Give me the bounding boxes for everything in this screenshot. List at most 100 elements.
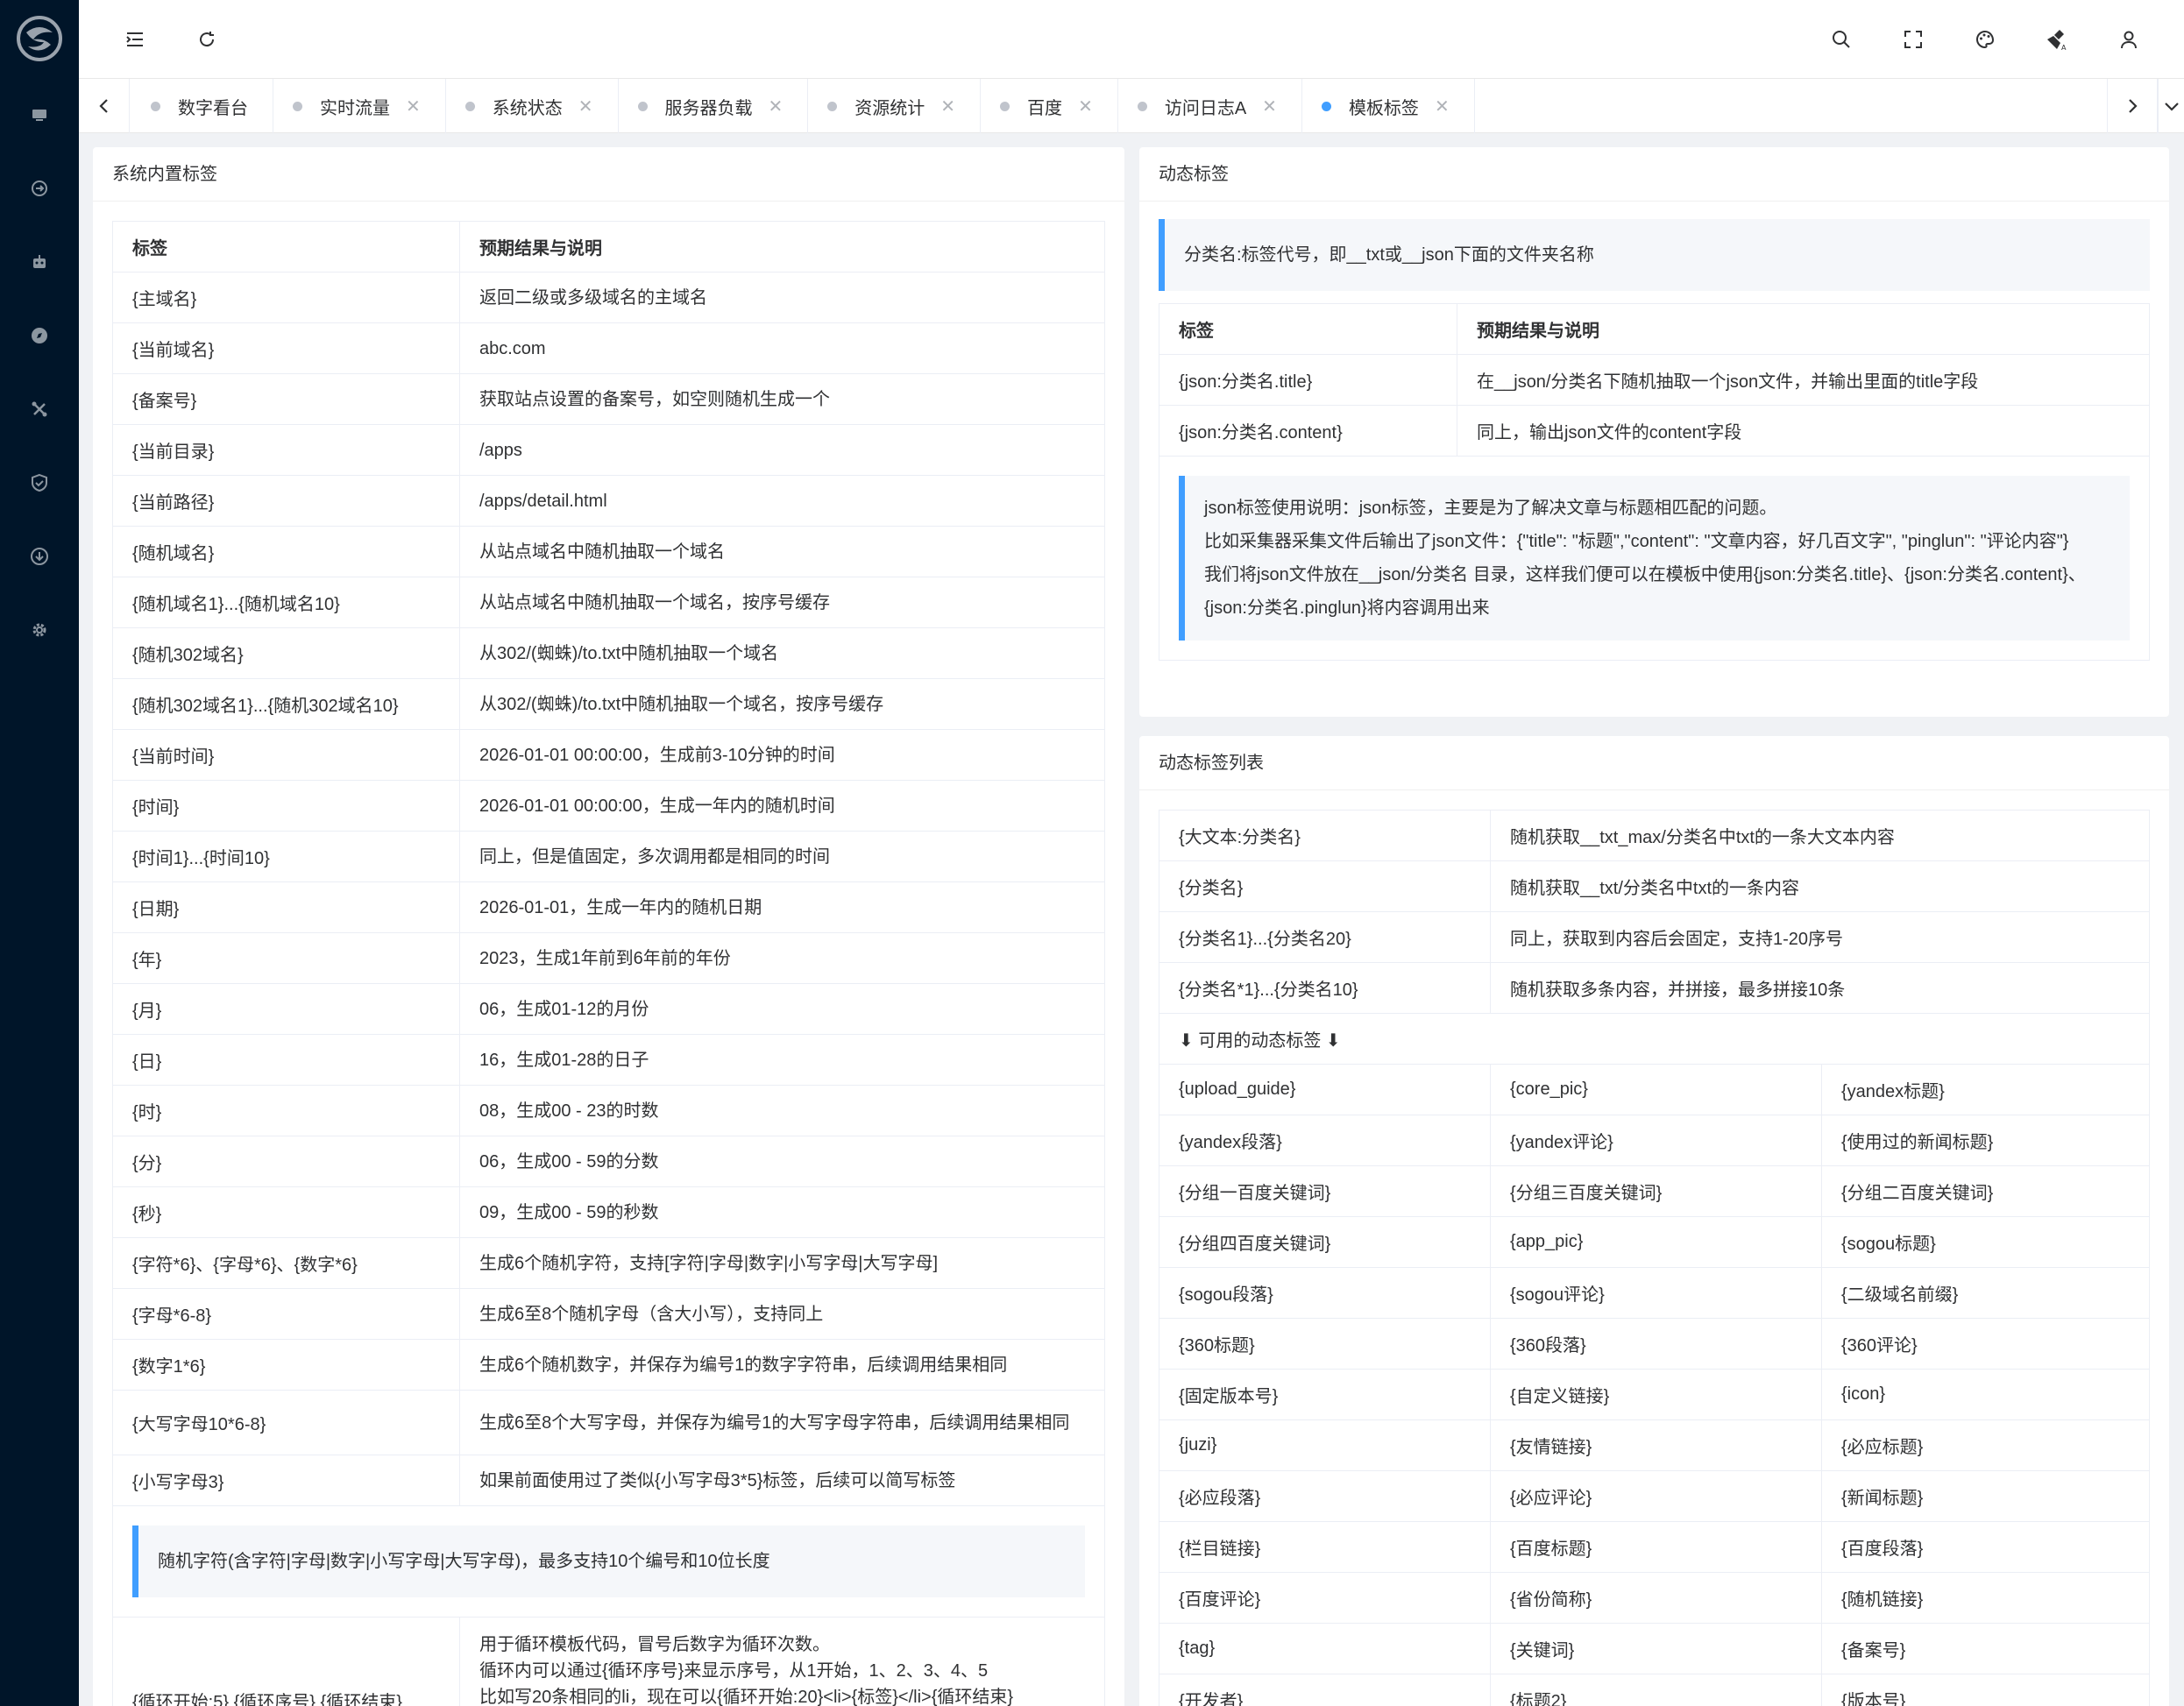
tag-cell: {随机302域名} bbox=[112, 627, 460, 679]
table-row: {大文本:分类名} 随机获取__txt_max/分类名中txt的一条大文本内容 bbox=[1159, 810, 2150, 861]
tab-label: 系统状态 bbox=[492, 98, 563, 118]
col-header-desc: 预期结果与说明 bbox=[459, 221, 1105, 273]
tab-dot bbox=[1137, 101, 1147, 111]
table-row: {随机302域名} 从302/(蜘蛛)/to.txt中随机抽取一个域名 bbox=[112, 627, 1105, 679]
dynamic-tag-list-card: 动态标签列表 {大文本:分类名} 随机获取__txt_max/分类名中txt的一条… bbox=[1139, 736, 2169, 1706]
tag-grid-row: {百度评论} {省份简称} {随机链接} bbox=[1159, 1572, 2150, 1624]
tab-item[interactable]: 访问日志A ✕ bbox=[1118, 79, 1302, 133]
tab-label: 数字看台 bbox=[178, 98, 248, 118]
tab-close-icon[interactable]: ✕ bbox=[940, 96, 955, 117]
tag-cell: {百度评论} bbox=[1159, 1572, 1491, 1624]
available-tags-row: ⬇ 可用的动态标签 ⬇ bbox=[1159, 1013, 2150, 1065]
tab-close-icon[interactable]: ✕ bbox=[406, 96, 421, 117]
table-row: {随机域名} 从站点域名中随机抽取一个域名 bbox=[112, 526, 1105, 577]
desc-cell: 16，生成01-28的日子 bbox=[459, 1034, 1105, 1086]
desc-cell: /apps bbox=[459, 424, 1105, 476]
tab-dot bbox=[637, 101, 648, 111]
tab-close-icon[interactable]: ✕ bbox=[1435, 96, 1450, 117]
clear-cache-brush-icon[interactable]: A bbox=[2039, 22, 2074, 57]
tag-cell: {随机域名1}...{随机域名10} bbox=[112, 577, 460, 628]
tab-item[interactable]: 实时流量 ✕ bbox=[273, 79, 446, 133]
tag-cell: {json:分类名.content} bbox=[1159, 405, 1457, 457]
desc-cell: 同上，获取到内容后会固定，支持1-20序号 bbox=[1490, 911, 2150, 963]
desc-cell: 生成6至8个大写字母，并保存为编号1的大写字母字符串，后续调用结果相同 bbox=[459, 1390, 1105, 1455]
tag-cell: {日期} bbox=[112, 881, 460, 933]
json-usage-note: json标签使用说明：json标签，主要是为了解决文章与标题相匹配的问题。 比如… bbox=[1179, 476, 2130, 641]
tools-icon[interactable] bbox=[22, 392, 57, 427]
tab-item[interactable]: 系统状态 ✕ bbox=[446, 79, 619, 133]
dashboard-icon[interactable] bbox=[22, 97, 57, 132]
tab-close-icon[interactable]: ✕ bbox=[769, 96, 784, 117]
table-row: {字符*6}、{字母*6}、{数字*6} 生成6个随机字符，支持[字符|字母|数字… bbox=[112, 1237, 1105, 1289]
tag-cell: {juzi} bbox=[1159, 1419, 1491, 1471]
tab-label: 资源统计 bbox=[854, 98, 925, 118]
shield-icon[interactable] bbox=[22, 465, 57, 500]
table-row: {当前域名} abc.com bbox=[112, 322, 1105, 374]
tag-cell: {大写字母10*6-8} bbox=[112, 1390, 460, 1455]
table-row: {小写字母3} 如果前面使用过了类似{小写字母3*5}标签，后续可以简写标签 bbox=[112, 1455, 1105, 1506]
table-row: {当前路径}/apps/detail.html bbox=[112, 475, 1105, 527]
table-row: {秒} 09，生成00 - 59的秒数 bbox=[112, 1186, 1105, 1238]
tag-grid-row: {分组四百度关键词} {app_pic} {sogou标题} bbox=[1159, 1216, 2150, 1268]
tabs-menu-chevron-down-icon[interactable] bbox=[2158, 79, 2184, 133]
random-char-note: 随机字符(含字符|字母|数字|小写字母|大写字母)，最多支持10个编号和10位长… bbox=[132, 1525, 1085, 1597]
app-logo[interactable] bbox=[14, 13, 65, 64]
tab-close-icon[interactable]: ✕ bbox=[1078, 96, 1093, 117]
tag-cell: {分类名1}...{分类名20} bbox=[1159, 911, 1491, 963]
menu-fold-icon[interactable] bbox=[117, 22, 152, 57]
settings-icon[interactable] bbox=[22, 612, 57, 648]
tab-close-icon[interactable]: ✕ bbox=[578, 96, 593, 117]
table-row: {大写字母10*6-8} 生成6至8个大写字母，并保存为编号1的大写字母字符串，后… bbox=[112, 1390, 1105, 1455]
tab-label: 访问日志A bbox=[1164, 98, 1247, 118]
tag-cell: {备案号} bbox=[1821, 1623, 2150, 1674]
tabs-scroll-right-icon[interactable] bbox=[2107, 79, 2158, 133]
tag-cell: {sogou标题} bbox=[1821, 1216, 2150, 1268]
search-icon[interactable] bbox=[1824, 22, 1859, 57]
tag-cell: {循环开始:5} {循环序号} {循环结束} bbox=[112, 1617, 460, 1706]
download-icon[interactable] bbox=[22, 539, 57, 574]
tag-cell: {固定版本号} bbox=[1159, 1369, 1491, 1420]
flow-icon[interactable] bbox=[22, 171, 57, 206]
tabs-scroll-left-icon[interactable] bbox=[79, 79, 130, 133]
desc-cell: 2023，生成1年前到6年前的年份 bbox=[459, 932, 1105, 984]
tab-item[interactable]: 资源统计 ✕ bbox=[808, 79, 982, 133]
tag-grid-row: {juzi} {友情链接} {必应标题} bbox=[1159, 1419, 2150, 1471]
desc-cell: 返回二级或多级域名的主域名 bbox=[459, 272, 1105, 323]
card-title: 动态标签 bbox=[1139, 147, 2169, 202]
tag-cell: {sogou评论} bbox=[1490, 1267, 1822, 1319]
robot-icon[interactable] bbox=[22, 244, 57, 280]
tag-cell: {秒} bbox=[112, 1186, 460, 1238]
refresh-icon[interactable] bbox=[189, 22, 224, 57]
desc-cell: 在__json/分类名下随机抽取一个json文件，并输出里面的title字段 bbox=[1457, 354, 2150, 406]
tag-cell: {字母*6-8} bbox=[112, 1288, 460, 1340]
user-icon[interactable] bbox=[2111, 22, 2146, 57]
tag-cell: {360段落} bbox=[1490, 1318, 1822, 1370]
desc-cell: /apps/detail.html bbox=[459, 475, 1105, 527]
desc-cell: 随机获取多条内容，并拼接，最多拼接10条 bbox=[1490, 962, 2150, 1014]
desc-cell: 06，生成01-12的月份 bbox=[459, 983, 1105, 1035]
table-row: {json:分类名.title} 在__json/分类名下随机抽取一个json文… bbox=[1159, 354, 2150, 406]
tag-cell: {分组一百度关键词} bbox=[1159, 1165, 1491, 1217]
tag-cell: {yandex评论} bbox=[1490, 1115, 1822, 1166]
tag-cell: {sogou段落} bbox=[1159, 1267, 1491, 1319]
fullscreen-icon[interactable] bbox=[1896, 22, 1931, 57]
theme-palette-icon[interactable] bbox=[1968, 22, 2003, 57]
tag-cell: {必应标题} bbox=[1821, 1419, 2150, 1471]
tab-dot bbox=[827, 101, 838, 111]
tab-item-active[interactable]: 模板标签 ✕ bbox=[1302, 79, 1475, 133]
table-row: {主域名} 返回二级或多级域名的主域名 bbox=[112, 272, 1105, 323]
tab-close-icon[interactable]: ✕ bbox=[1262, 96, 1277, 117]
table-row: {字母*6-8} 生成6至8个随机字母（含大小写），支持同上 bbox=[112, 1288, 1105, 1340]
tab-item[interactable]: 服务器负载 ✕ bbox=[619, 79, 809, 133]
json-note-row: json标签使用说明：json标签，主要是为了解决文章与标题相匹配的问题。 比如… bbox=[1159, 456, 2150, 661]
tag-cell: {友情链接} bbox=[1490, 1419, 1822, 1471]
tag-cell: {app_pic} bbox=[1490, 1216, 1822, 1268]
desc-cell: 09，生成00 - 59的秒数 bbox=[459, 1186, 1105, 1238]
tab-item[interactable]: 数字看台 bbox=[131, 79, 273, 133]
desc-cell: abc.com bbox=[459, 322, 1105, 374]
compass-icon[interactable] bbox=[22, 318, 57, 353]
desc-cell: 用于循环模板代码，冒号后数字为循环次数。 循环内可以通过{循环序号}来显示序号，… bbox=[459, 1617, 1105, 1706]
col-header-desc: 预期结果与说明 bbox=[1457, 303, 2150, 355]
tag-cell: {时} bbox=[112, 1085, 460, 1136]
tab-item[interactable]: 百度 ✕ bbox=[981, 79, 1118, 133]
